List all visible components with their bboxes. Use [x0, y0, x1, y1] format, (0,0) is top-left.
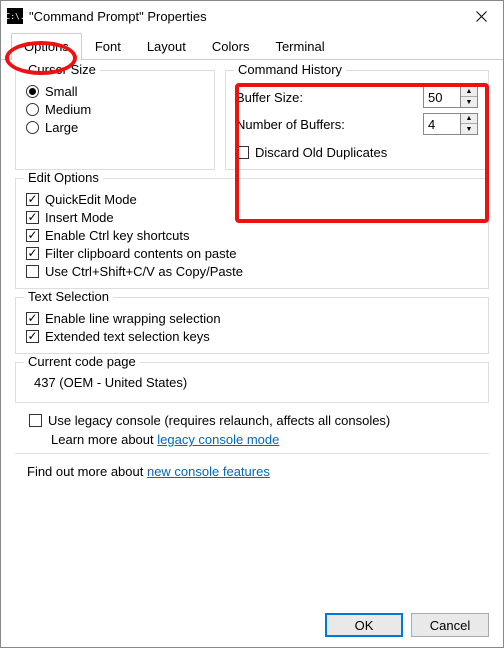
- features-link[interactable]: new console features: [147, 464, 270, 479]
- tab-layout[interactable]: Layout: [134, 33, 199, 59]
- check-ctrl-shortcuts[interactable]: Enable Ctrl key shortcuts: [26, 228, 478, 243]
- buffer-size-label: Buffer Size:: [236, 90, 423, 105]
- radio-icon: [26, 103, 39, 116]
- spin-up-icon[interactable]: ▲: [461, 114, 477, 124]
- legacy-link[interactable]: legacy console mode: [157, 432, 279, 447]
- close-icon: [476, 11, 487, 22]
- check-label: Enable Ctrl key shortcuts: [45, 228, 190, 243]
- buffer-size-spinner[interactable]: ▲▼: [423, 86, 478, 108]
- cancel-button[interactable]: Cancel: [411, 613, 489, 637]
- check-quickedit[interactable]: QuickEdit Mode: [26, 192, 478, 207]
- checkbox-icon: [26, 312, 39, 325]
- checkbox-icon: [26, 211, 39, 224]
- radio-label: Small: [45, 84, 78, 99]
- separator: [15, 453, 489, 454]
- properties-dialog: C:\. "Command Prompt" Properties Options…: [0, 0, 504, 648]
- cursor-size-group: Cursor Size Small Medium Large: [15, 70, 215, 170]
- window-title: "Command Prompt" Properties: [29, 9, 459, 24]
- tab-options[interactable]: Options: [11, 33, 82, 59]
- ok-button[interactable]: OK: [325, 613, 403, 637]
- text-selection-legend: Text Selection: [24, 289, 113, 304]
- radio-small[interactable]: Small: [26, 84, 204, 99]
- code-page-group: Current code page 437 (OEM - United Stat…: [15, 362, 489, 403]
- checkbox-icon: [29, 414, 42, 427]
- check-label: Filter clipboard contents on paste: [45, 246, 237, 261]
- check-label: QuickEdit Mode: [45, 192, 137, 207]
- radio-label: Medium: [45, 102, 91, 117]
- radio-medium[interactable]: Medium: [26, 102, 204, 117]
- checkbox-icon: [26, 247, 39, 260]
- checkbox-icon: [236, 146, 249, 159]
- check-discard-duplicates[interactable]: Discard Old Duplicates: [236, 145, 478, 160]
- check-label: Enable line wrapping selection: [45, 311, 221, 326]
- check-label: Extended text selection keys: [45, 329, 210, 344]
- tab-font[interactable]: Font: [82, 33, 134, 59]
- check-legacy-console[interactable]: Use legacy console (requires relaunch, a…: [29, 413, 489, 428]
- number-buffers-label: Number of Buffers:: [236, 117, 423, 132]
- legacy-learn-text: Learn more about: [51, 432, 157, 447]
- code-page-value: 437 (OEM - United States): [26, 371, 478, 394]
- tab-strip: Options Font Layout Colors Terminal: [1, 33, 503, 60]
- spin-up-icon[interactable]: ▲: [461, 87, 477, 97]
- tab-terminal[interactable]: Terminal: [262, 33, 337, 59]
- check-label: Use legacy console (requires relaunch, a…: [48, 413, 390, 428]
- command-history-legend: Command History: [234, 62, 346, 77]
- code-page-legend: Current code page: [24, 354, 140, 369]
- check-filter-clipboard[interactable]: Filter clipboard contents on paste: [26, 246, 478, 261]
- check-label: Discard Old Duplicates: [255, 145, 387, 160]
- edit-options-legend: Edit Options: [24, 170, 103, 185]
- radio-large[interactable]: Large: [26, 120, 204, 135]
- check-label: Use Ctrl+Shift+C/V as Copy/Paste: [45, 264, 243, 279]
- check-insert[interactable]: Insert Mode: [26, 210, 478, 225]
- buffer-size-input[interactable]: [424, 87, 460, 107]
- checkbox-icon: [26, 330, 39, 343]
- radio-icon: [26, 85, 39, 98]
- number-buffers-input[interactable]: [424, 114, 460, 134]
- radio-label: Large: [45, 120, 78, 135]
- edit-options-group: Edit Options QuickEdit Mode Insert Mode …: [15, 178, 489, 289]
- tab-colors[interactable]: Colors: [199, 33, 263, 59]
- spin-down-icon[interactable]: ▼: [461, 124, 477, 134]
- number-buffers-spinner[interactable]: ▲▼: [423, 113, 478, 135]
- checkbox-icon: [26, 229, 39, 242]
- check-label: Insert Mode: [45, 210, 114, 225]
- radio-icon: [26, 121, 39, 134]
- tab-panel: Cursor Size Small Medium Large Command H…: [1, 60, 503, 485]
- text-selection-group: Text Selection Enable line wrapping sele…: [15, 297, 489, 354]
- close-button[interactable]: [459, 1, 503, 31]
- check-extended-selection[interactable]: Extended text selection keys: [26, 329, 478, 344]
- cursor-size-legend: Cursor Size: [24, 62, 100, 77]
- check-ctrlshift-copy[interactable]: Use Ctrl+Shift+C/V as Copy/Paste: [26, 264, 478, 279]
- more-text: Find out more about: [27, 464, 147, 479]
- cmd-icon: C:\.: [7, 8, 23, 24]
- command-history-group: Command History Buffer Size: ▲▼ Number o…: [225, 70, 489, 170]
- titlebar: C:\. "Command Prompt" Properties: [1, 1, 503, 31]
- checkbox-icon: [26, 265, 39, 278]
- button-bar: OK Cancel: [325, 613, 489, 637]
- check-line-wrap[interactable]: Enable line wrapping selection: [26, 311, 478, 326]
- spin-down-icon[interactable]: ▼: [461, 97, 477, 107]
- checkbox-icon: [26, 193, 39, 206]
